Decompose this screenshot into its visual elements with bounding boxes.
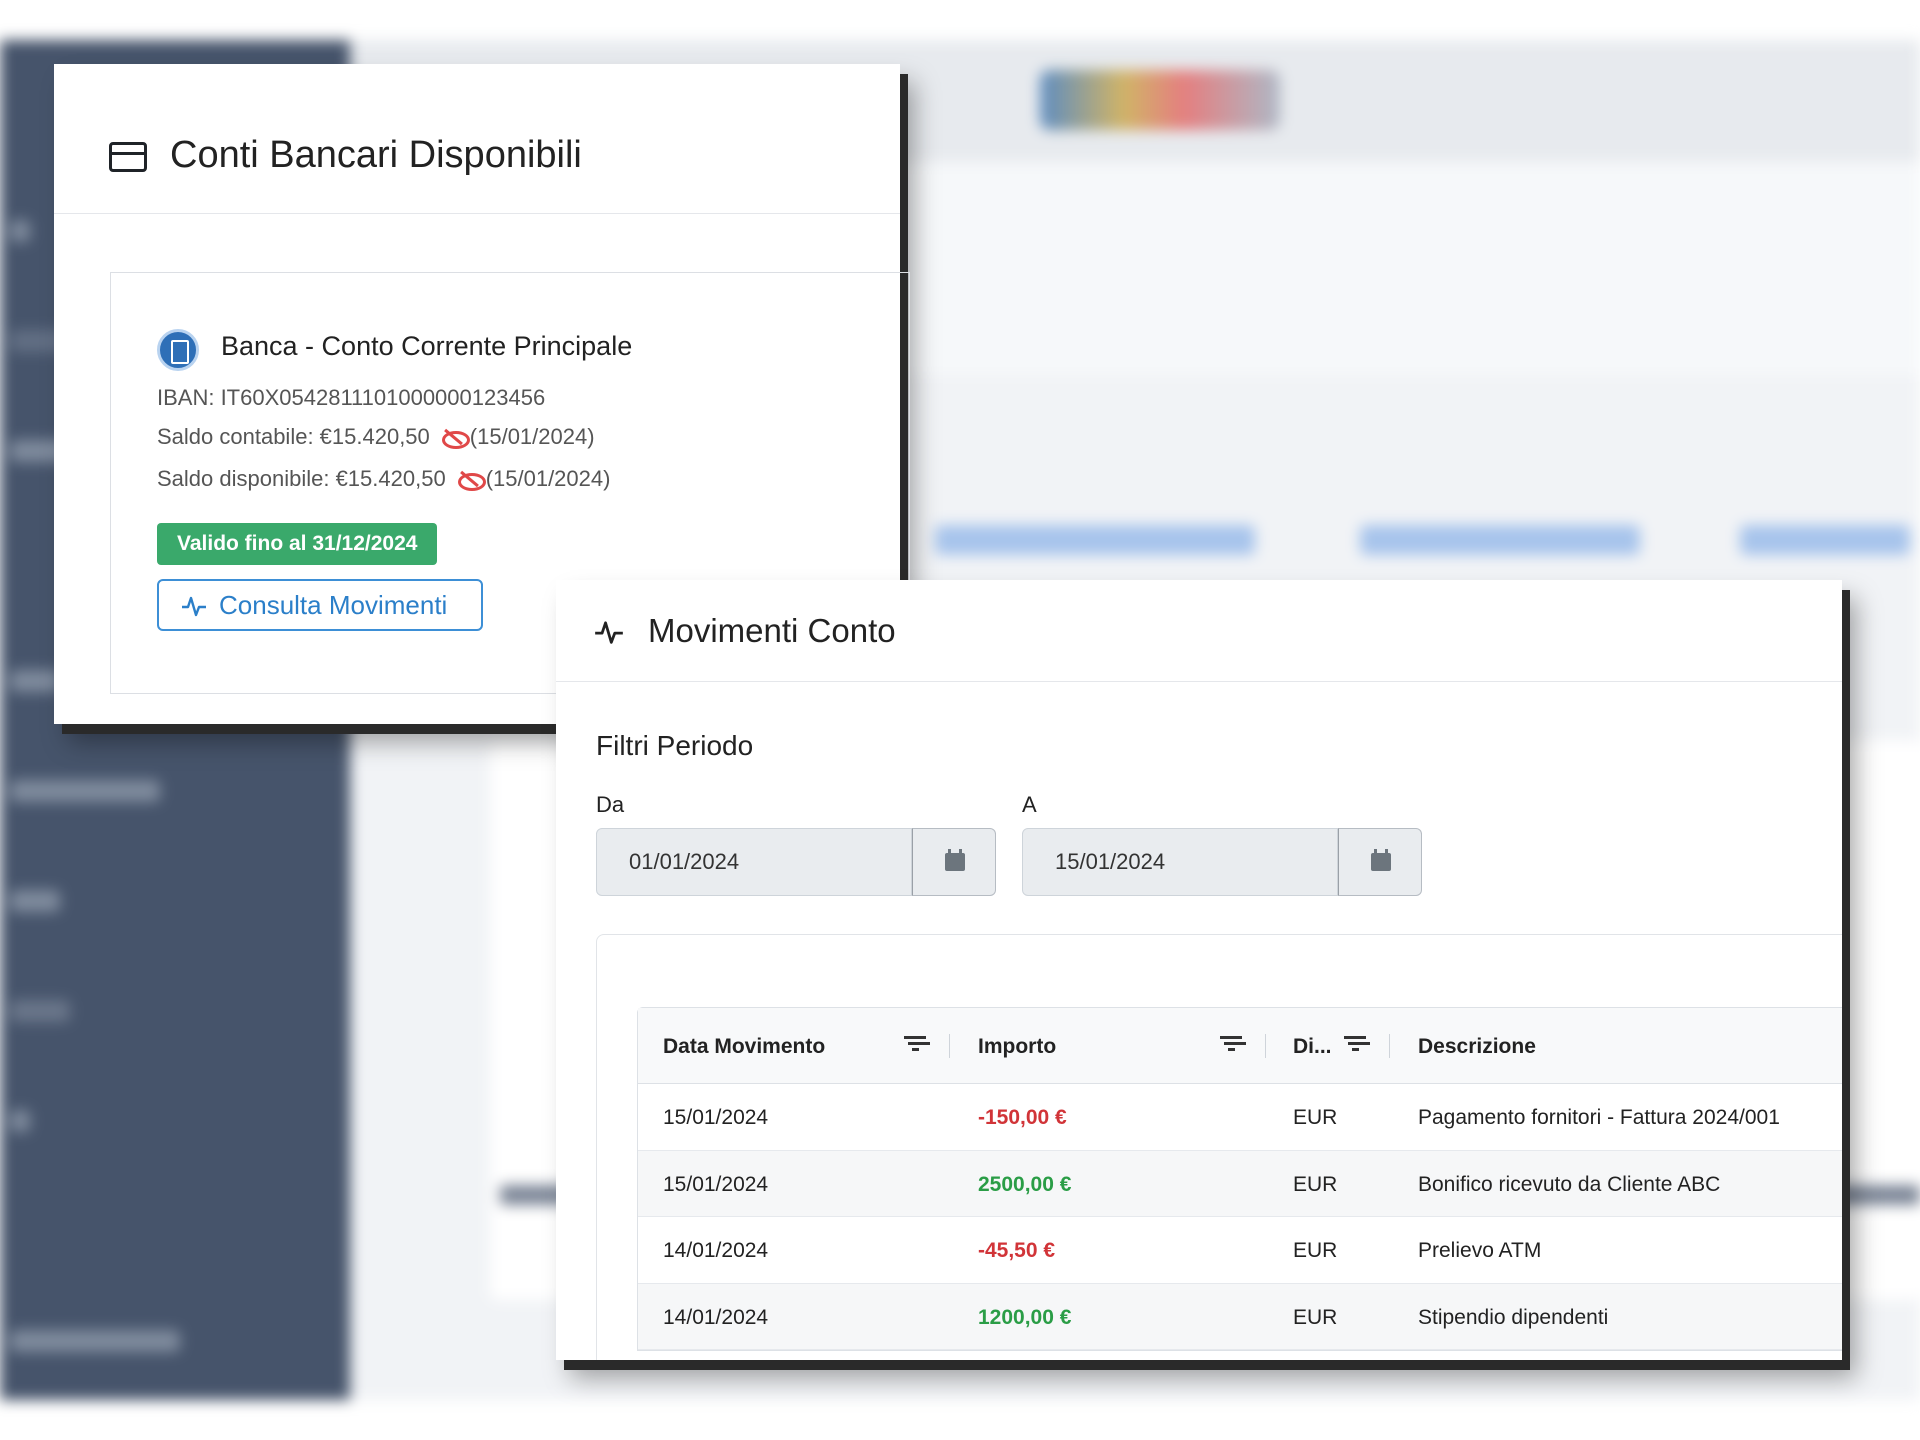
accounts-panel-header: Conti Bancari Disponibili — [54, 64, 900, 214]
cell-description: Bonifico ricevuto da Cliente ABC — [1418, 1172, 1721, 1196]
filter-icon[interactable] — [904, 1036, 926, 1052]
table-row[interactable]: 14/01/2024 1200,00 € EUR Stipendio dipenden… — [638, 1283, 1842, 1350]
to-date-group — [1022, 828, 1422, 896]
eye-off-icon — [456, 470, 486, 491]
table-row[interactable]: 15/01/2024 2500,00 € EUR Bonifico ricevuto … — [638, 1150, 1842, 1217]
from-label: Da — [596, 792, 625, 817]
column-header-description[interactable]: Descrizione — [1418, 1035, 1536, 1059]
activity-icon — [595, 621, 623, 644]
cell-date: 14/01/2024 — [663, 1305, 769, 1329]
cell-description: Stipendio dipendenti — [1418, 1305, 1609, 1329]
column-header-date[interactable]: Data Movimento — [663, 1035, 825, 1059]
account-iban: IBAN: IT60X0542811101000000123456 — [157, 385, 546, 410]
column-separator[interactable] — [949, 1034, 950, 1058]
balance-book: Saldo contabile: €15.420,50 (15/01/2024) — [157, 424, 595, 450]
cell-currency: EUR — [1293, 1172, 1338, 1196]
table-header: Data Movimento Importo Di... Descrizione — [638, 1008, 1842, 1084]
filter-icon[interactable] — [1344, 1036, 1366, 1052]
cell-date: 14/01/2024 — [663, 1239, 769, 1262]
to-label: A — [1022, 792, 1037, 817]
cell-amount: -45,50 € — [978, 1239, 1056, 1262]
cell-date: 15/01/2024 — [663, 1106, 769, 1129]
column-header-currency[interactable]: Di... — [1293, 1035, 1332, 1059]
table-body: 15/01/2024 -150,00 € EUR Pagamento fornitor… — [638, 1084, 1842, 1350]
balance-book-label: Saldo contabile: €15.420,50 — [157, 424, 430, 449]
cell-amount: 1200,00 € — [978, 1305, 1072, 1329]
filter-icon[interactable] — [1220, 1036, 1242, 1052]
consult-movements-label: Consulta Movimenti — [219, 589, 448, 620]
cell-currency: EUR — [1293, 1305, 1338, 1329]
from-calendar-button[interactable] — [912, 828, 996, 896]
calendar-icon — [1371, 849, 1391, 871]
balance-available-label: Saldo disponibile: €15.420,50 — [157, 466, 446, 491]
column-separator[interactable] — [1265, 1034, 1266, 1058]
eye-off-icon — [440, 428, 470, 449]
balance-available: Saldo disponibile: €15.420,50 (15/01/2024… — [157, 466, 610, 492]
from-date-input[interactable] — [596, 828, 912, 896]
cell-currency: EUR — [1293, 1106, 1338, 1129]
cell-description: Prelievo ATM — [1418, 1239, 1542, 1262]
to-date-input[interactable] — [1022, 828, 1338, 896]
column-separator[interactable] — [1389, 1034, 1390, 1058]
consult-movements-button[interactable]: Consulta Movimenti — [157, 579, 483, 631]
filters-title: Filtri Periodo — [596, 730, 754, 761]
cell-currency: EUR — [1293, 1239, 1338, 1262]
movements-grid-container: Data Movimento Importo Di... Descrizione… — [596, 934, 1842, 1360]
table-row[interactable]: 14/01/2024 -45,50 € EUR Prelievo ATM — [638, 1217, 1842, 1284]
to-calendar-button[interactable] — [1338, 828, 1422, 896]
balance-available-date: (15/01/2024) — [485, 466, 611, 491]
cell-date: 15/01/2024 — [663, 1172, 769, 1196]
cell-amount: 2500,00 € — [978, 1172, 1072, 1196]
background-tab — [1360, 525, 1640, 555]
movements-table: Data Movimento Importo Di... Descrizione… — [637, 1007, 1842, 1351]
calendar-icon — [945, 849, 965, 871]
account-name: Banca - Conto Corrente Principale — [221, 331, 633, 361]
activity-icon — [182, 596, 206, 617]
cell-amount: -150,00 € — [978, 1106, 1067, 1129]
table-row[interactable]: 15/01/2024 -150,00 € EUR Pagamento fornitor… — [638, 1084, 1842, 1151]
movements-panel-header: Movimenti Conto — [556, 580, 1842, 682]
bank-logo-icon — [157, 329, 199, 371]
movements-panel-title: Movimenti Conto — [648, 612, 896, 649]
movements-panel: Movimenti Conto Filtri Periodo Da A Data… — [556, 580, 1842, 1360]
credit-card-icon — [109, 142, 147, 172]
background-tab — [1740, 525, 1910, 555]
from-date-group — [596, 828, 996, 896]
column-header-amount[interactable]: Importo — [978, 1035, 1056, 1059]
cell-description: Pagamento fornitori - Fattura 2024/001 — [1418, 1106, 1780, 1129]
accounts-panel-title: Conti Bancari Disponibili — [170, 134, 582, 176]
background-tab — [935, 525, 1255, 555]
validity-badge: Valido fino al 31/12/2024 — [157, 523, 438, 565]
balance-book-date: (15/01/2024) — [469, 424, 595, 449]
background-logo — [1040, 70, 1280, 130]
